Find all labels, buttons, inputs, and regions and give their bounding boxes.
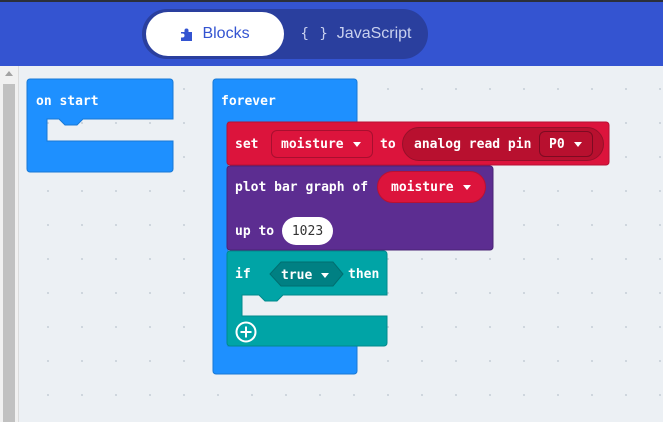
tab-blocks[interactable]: Blocks (146, 12, 284, 56)
tab-blocks-label: Blocks (202, 25, 250, 42)
chevron-down-icon (573, 141, 582, 147)
chevron-down-icon (462, 184, 471, 190)
vertical-scrollbar[interactable] (0, 66, 19, 422)
condition-dropdown[interactable]: true (281, 266, 330, 284)
condition-value: true (281, 267, 313, 283)
tab-javascript-label: JavaScript (336, 25, 412, 42)
up-to-label: up to (235, 224, 275, 239)
chevron-down-icon (352, 141, 361, 147)
set-label: set (235, 137, 259, 152)
up-to-value: 1023 (291, 223, 324, 239)
chevron-down-icon (321, 272, 330, 278)
plot-variable-name: moisture (391, 179, 454, 195)
puzzle-piece-icon (181, 28, 193, 41)
on-start-block[interactable] (26, 78, 176, 173)
pin-value: P0 (549, 136, 565, 152)
plot-bar-graph-of-label: plot bar graph of (235, 180, 369, 195)
editor-mode-toggle: Blocks { } JavaScript (142, 9, 428, 59)
pin-dropdown[interactable]: P0 (539, 131, 593, 157)
forever-label: forever (221, 94, 276, 109)
if-label: if (235, 267, 251, 282)
variable-dropdown[interactable]: moisture (271, 130, 373, 158)
editor-header: Blocks { } JavaScript (0, 0, 663, 66)
variable-name: moisture (281, 136, 344, 152)
plot-variable-dropdown[interactable]: moisture (377, 171, 486, 203)
braces-icon: { } (300, 26, 329, 42)
analog-read-pin-label: analog read pin (414, 136, 532, 152)
then-label: then (348, 267, 380, 282)
scroll-thumb[interactable] (3, 84, 15, 422)
up-to-value-input[interactable]: 1023 (282, 217, 333, 245)
to-label: to (380, 137, 396, 152)
on-start-label: on start (36, 94, 99, 109)
header-top-edge (0, 0, 663, 2)
tab-javascript[interactable]: { } JavaScript (288, 12, 424, 56)
scroll-up-arrow-icon[interactable] (5, 71, 13, 76)
plus-circle-icon[interactable] (234, 320, 258, 344)
